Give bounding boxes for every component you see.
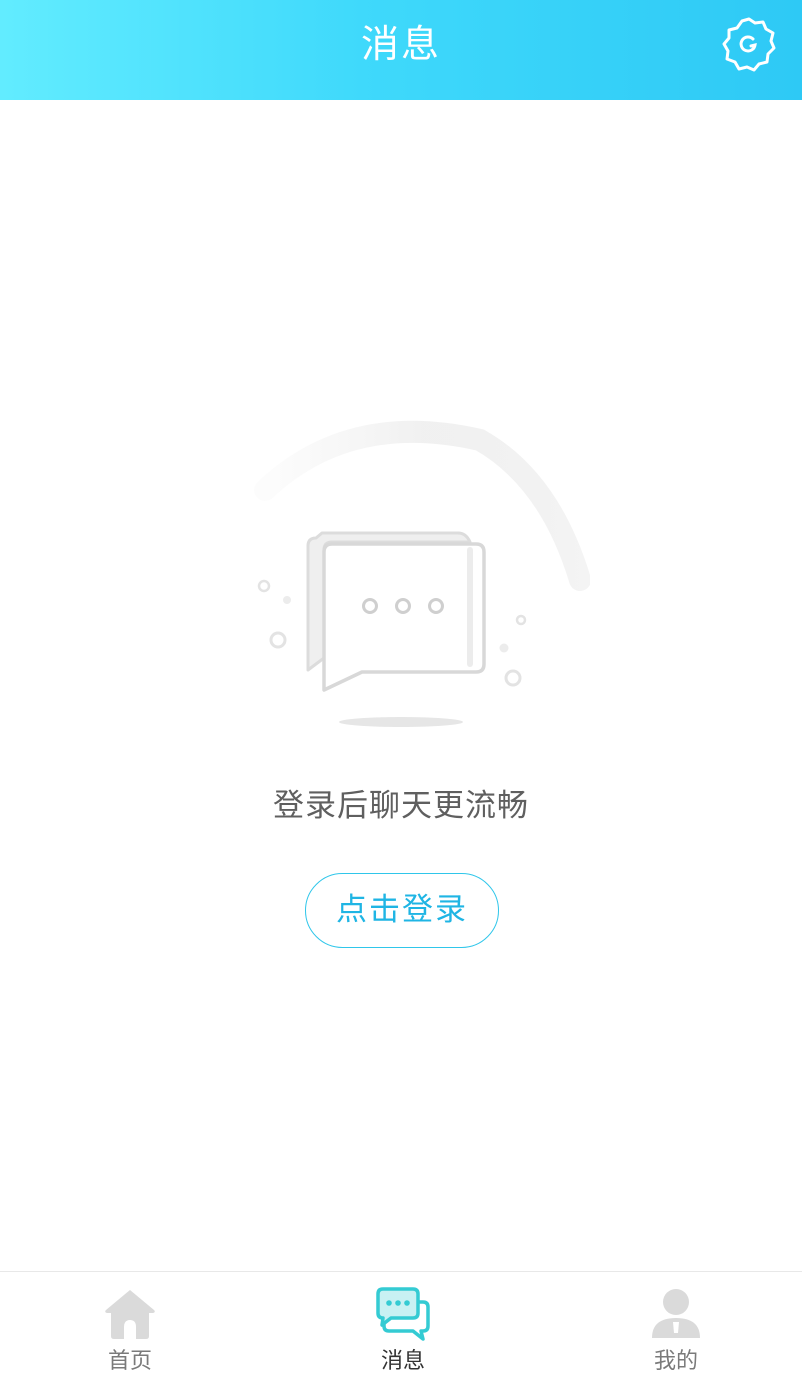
tab-home-label: 首页 (107, 1349, 152, 1374)
chat-icon (375, 1286, 431, 1342)
login-button[interactable]: 点击登录 (305, 873, 499, 948)
tab-mine-label: 我的 (653, 1349, 698, 1374)
user-icon (648, 1286, 704, 1342)
home-icon (102, 1286, 158, 1342)
page-title: 消息 (360, 22, 441, 66)
tab-home[interactable]: 首页 (30, 1272, 230, 1378)
gear-icon (717, 12, 781, 76)
settings-button[interactable] (717, 12, 781, 76)
top-bar: 消息 (0, 0, 802, 100)
tab-mine[interactable]: 我的 (576, 1272, 776, 1378)
chat-bubbles-icon (240, 420, 590, 750)
empty-message: 登录后聊天更流畅 (273, 788, 529, 824)
tab-messages[interactable]: 消息 (303, 1272, 503, 1378)
empty-chat-illustration (240, 420, 590, 750)
tab-messages-label: 消息 (380, 1349, 425, 1374)
bottom-tab-bar: 首页 消息 我的 (0, 1271, 802, 1378)
